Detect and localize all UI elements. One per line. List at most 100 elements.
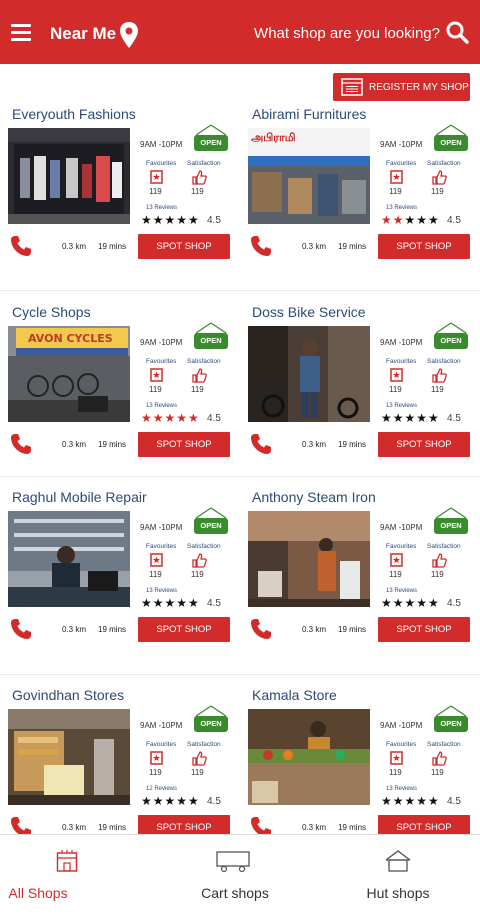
opening-hours: 9AM -10PM <box>380 523 423 532</box>
travel-time: 19 mins <box>98 625 127 634</box>
shop-card[interactable]: Cycle Shops AVON CYCLES 9AM -10PM OPEN F… <box>0 304 240 494</box>
shop-photo[interactable] <box>8 128 130 224</box>
shop-card[interactable]: Raghul Mobile Repair 9AM -10PM OPEN Favo… <box>0 489 240 679</box>
favourites-label: Favourites <box>146 160 177 167</box>
open-status: OPEN <box>200 521 222 530</box>
nav-cart-shops[interactable]: Cart shops <box>155 835 315 915</box>
travel-time: 19 mins <box>338 242 367 251</box>
travel-time: 19 mins <box>338 440 367 449</box>
reviews-link[interactable]: 13 Reviews <box>386 403 417 409</box>
phone-icon[interactable] <box>10 433 32 455</box>
reviews-link[interactable]: 13 Reviews <box>386 588 417 594</box>
storefront-icon <box>56 850 78 872</box>
spot-shop-button[interactable]: SPOT SHOP <box>378 432 470 457</box>
shop-name[interactable]: Anthony Steam Iron <box>252 489 376 505</box>
favourites-label: Favourites <box>386 741 417 748</box>
opening-hours: 9AM -10PM <box>380 338 423 347</box>
shop-photo[interactable] <box>248 709 370 805</box>
favourites-count: 119 <box>149 570 162 579</box>
shop-name[interactable]: Doss Bike Service <box>252 304 366 320</box>
shop-photo[interactable]: AVON CYCLES <box>8 326 130 422</box>
location-pin-icon[interactable] <box>119 21 139 49</box>
favourites-count: 119 <box>389 768 402 777</box>
avon-sign-text: AVON CYCLES <box>28 332 113 345</box>
open-sign-icon: OPEN <box>433 124 469 152</box>
search-icon[interactable] <box>445 20 469 44</box>
search-input[interactable]: What shop are you looking? <box>254 25 440 42</box>
shop-card[interactable]: Doss Bike Service 9AM -10PM OPEN Favouri… <box>240 304 480 494</box>
menu-icon[interactable] <box>11 24 31 41</box>
thumbs-up-icon[interactable] <box>432 553 447 568</box>
shop-card[interactable]: Everyouth Fashions 9AM -10PM OPEN Favour… <box>0 106 240 296</box>
thumbs-up-icon[interactable] <box>192 553 207 568</box>
favourites-label: Favourites <box>146 358 177 365</box>
bookmark-star-icon[interactable] <box>150 553 163 567</box>
phone-icon[interactable] <box>10 235 32 257</box>
hut-icon <box>385 850 411 872</box>
bookmark-star-icon[interactable] <box>390 368 403 382</box>
shop-name[interactable]: Cycle Shops <box>12 304 91 320</box>
star-rating: ★★★★★ <box>141 596 200 610</box>
satisfaction-label: Satisfaction <box>427 741 461 748</box>
phone-icon[interactable] <box>10 618 32 640</box>
phone-icon[interactable] <box>250 433 272 455</box>
abirami-sign-text: அபிராமி <box>251 131 296 144</box>
thumbs-up-icon[interactable] <box>432 751 447 766</box>
distance: 0.3 km <box>62 625 87 634</box>
spot-shop-button[interactable]: SPOT SHOP <box>138 234 230 259</box>
bookmark-star-icon[interactable] <box>150 751 163 765</box>
shop-photo[interactable] <box>8 709 130 805</box>
star-rating: ★★★★★ <box>141 794 200 808</box>
reviews-link[interactable]: 13 Reviews <box>146 403 177 409</box>
nav-all-shops[interactable]: All Shops <box>0 835 160 915</box>
register-shop-button[interactable]: REGISTER MY SHOP <box>333 73 470 101</box>
favourites-label: Favourites <box>386 358 417 365</box>
rating-value: 4.5 <box>207 215 221 226</box>
phone-icon[interactable] <box>250 235 272 257</box>
spot-shop-button[interactable]: SPOT SHOP <box>378 234 470 259</box>
opening-hours: 9AM -10PM <box>380 721 423 730</box>
phone-icon[interactable] <box>250 618 272 640</box>
reviews-link[interactable]: 13 Reviews <box>146 205 177 211</box>
spot-shop-button[interactable]: SPOT SHOP <box>138 432 230 457</box>
reviews-link[interactable]: 12 Reviews <box>146 786 177 792</box>
shop-name[interactable]: Govindhan Stores <box>12 687 124 703</box>
open-status: OPEN <box>440 138 462 147</box>
bookmark-star-icon[interactable] <box>390 751 403 765</box>
bookmark-star-icon[interactable] <box>150 368 163 382</box>
rating-value: 4.5 <box>207 598 221 609</box>
spot-shop-button[interactable]: SPOT SHOP <box>378 617 470 642</box>
thumbs-up-icon[interactable] <box>192 170 207 185</box>
nav-hut-shops[interactable]: Hut shops <box>318 835 478 915</box>
shop-name[interactable]: Abirami Furnitures <box>252 106 366 122</box>
bookmark-star-icon[interactable] <box>390 170 403 184</box>
bookmark-star-icon[interactable] <box>390 553 403 567</box>
shop-photo[interactable]: அபிராமி <box>248 128 370 224</box>
bookmark-star-icon[interactable] <box>150 170 163 184</box>
shop-photo[interactable] <box>248 326 370 422</box>
shop-photo[interactable] <box>8 511 130 607</box>
reviews-link[interactable]: 13 Reviews <box>386 205 417 211</box>
reviews-link[interactable]: 13 Reviews <box>386 786 417 792</box>
thumbs-up-icon[interactable] <box>192 368 207 383</box>
shop-name[interactable]: Everyouth Fashions <box>12 106 136 122</box>
spot-shop-button[interactable]: SPOT SHOP <box>138 617 230 642</box>
thumbs-up-icon[interactable] <box>432 170 447 185</box>
star-rating: ★★★★★ <box>141 213 200 227</box>
top-bar: Near Me What shop are you looking? <box>0 0 480 64</box>
shop-name[interactable]: Raghul Mobile Repair <box>12 489 147 505</box>
reviews-link[interactable]: 13 Reviews <box>146 588 177 594</box>
shop-card[interactable]: Anthony Steam Iron 9AM -10PM OPEN Favour… <box>240 489 480 679</box>
favourites-label: Favourites <box>386 160 417 167</box>
open-status: OPEN <box>200 336 222 345</box>
thumbs-up-icon[interactable] <box>432 368 447 383</box>
satisfaction-label: Satisfaction <box>187 358 221 365</box>
thumbs-up-icon[interactable] <box>192 751 207 766</box>
shop-name[interactable]: Kamala Store <box>252 687 337 703</box>
shop-photo[interactable] <box>248 511 370 607</box>
opening-hours: 9AM -10PM <box>380 140 423 149</box>
favourites-label: Favourites <box>146 543 177 550</box>
open-sign-icon: OPEN <box>433 705 469 733</box>
shop-card[interactable]: Abirami Furnitures அபிராமி 9AM -10PM OPE… <box>240 106 480 296</box>
location-label[interactable]: Near Me <box>50 24 116 44</box>
